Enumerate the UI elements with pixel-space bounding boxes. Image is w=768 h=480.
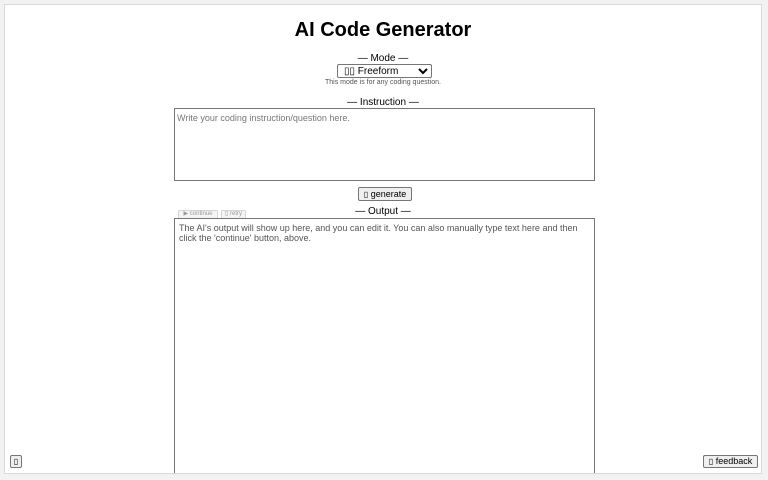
instruction-input[interactable] xyxy=(174,108,595,181)
generate-button[interactable]: ▯ generate xyxy=(358,187,412,201)
generate-icon: ▯ xyxy=(363,190,369,199)
page-title: AI Code Generator xyxy=(294,19,472,41)
settings-icon: ▯ xyxy=(13,457,19,466)
mode-label: — Mode — xyxy=(357,53,409,64)
app-frame: AI Code Generator — Mode — ▯▯ Freeform T… xyxy=(4,4,762,474)
corner-icon-button[interactable]: ▯ xyxy=(10,455,22,468)
output-textarea[interactable] xyxy=(174,218,595,473)
mode-select[interactable]: ▯▯ Freeform xyxy=(337,64,432,78)
instruction-label: — Instruction — xyxy=(347,97,419,108)
feedback-button[interactable]: ▯ feedback xyxy=(703,455,758,468)
output-label: — Output — xyxy=(355,206,411,217)
feedback-icon: ▯ xyxy=(708,457,714,466)
generate-label: generate xyxy=(370,189,407,199)
mode-description: This mode is for any coding question. xyxy=(325,79,441,86)
feedback-label: feedback xyxy=(715,456,753,466)
